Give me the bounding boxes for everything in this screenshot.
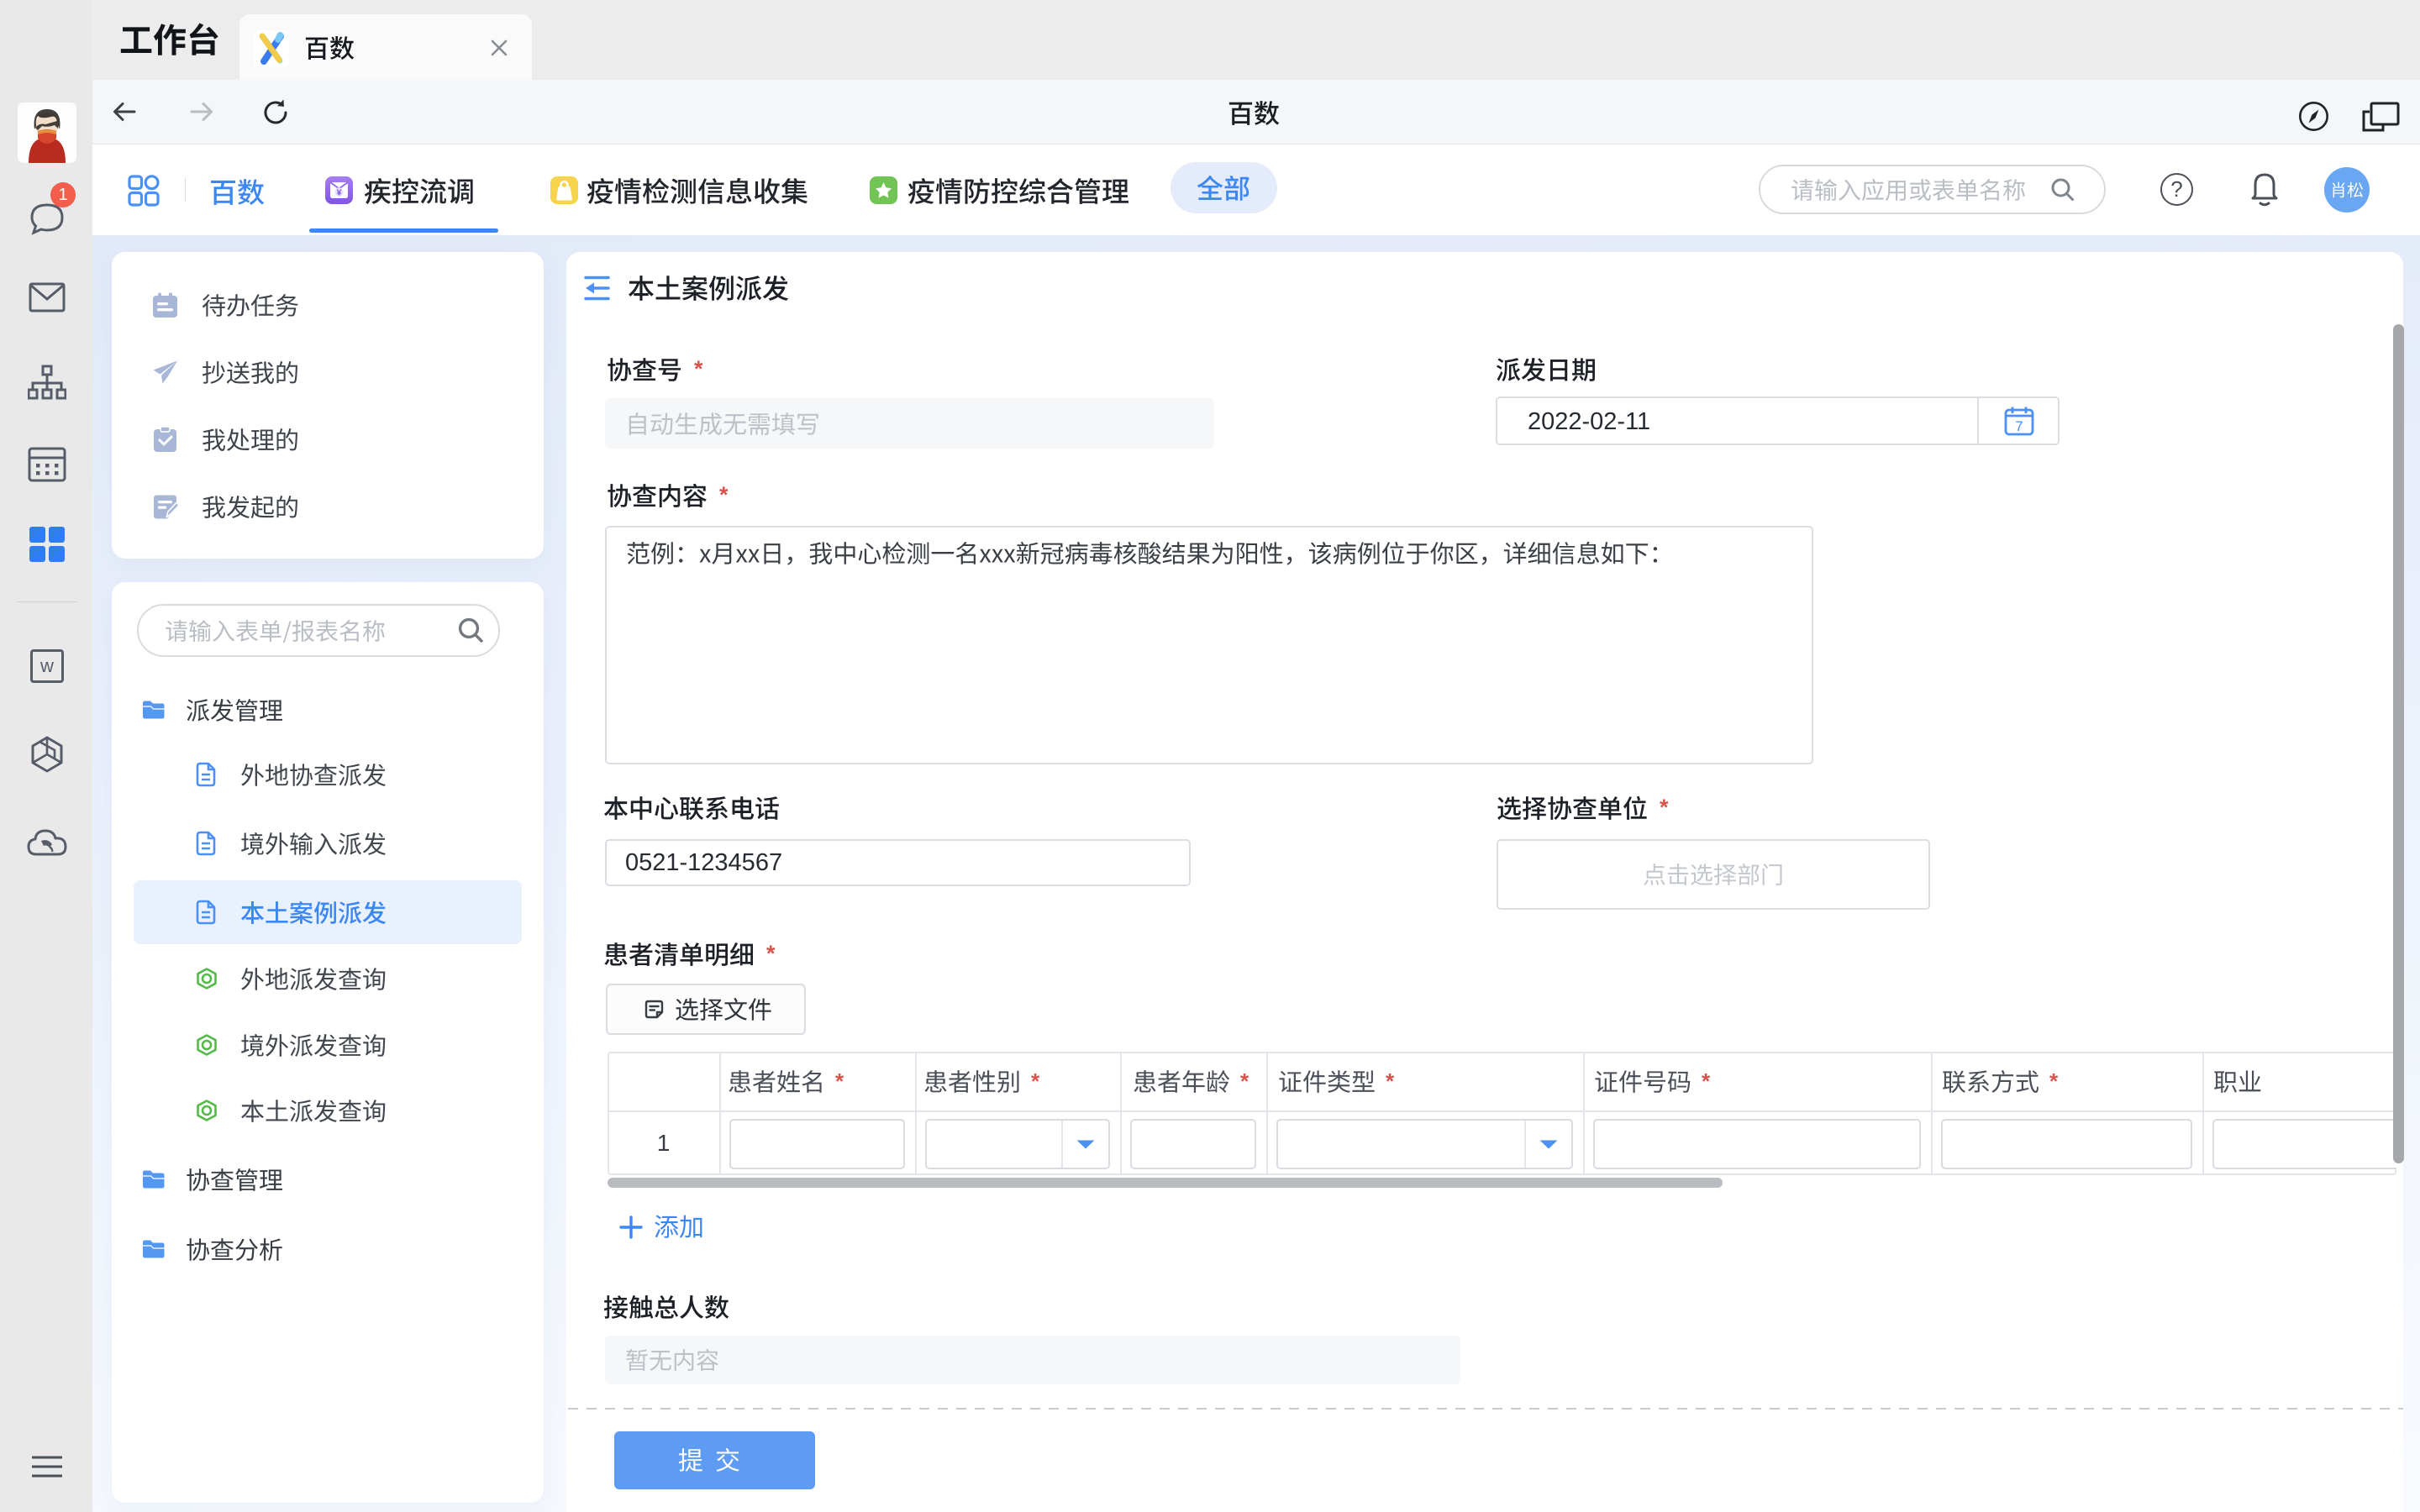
svg-text:7: 7	[2015, 418, 2023, 434]
svg-text:¥: ¥	[337, 187, 342, 197]
